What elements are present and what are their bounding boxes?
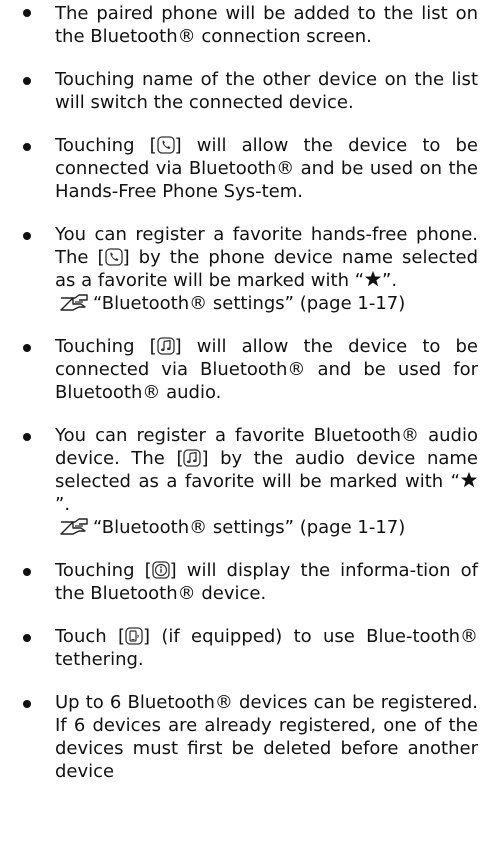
list-item: Touching [] will allow the device to be … <box>10 134 478 203</box>
item-text: The paired phone will be added to the li… <box>55 3 478 47</box>
list-item: You can register a favorite Bluetooth® a… <box>10 424 478 539</box>
star-icon <box>364 270 382 287</box>
phone-icon <box>104 248 123 266</box>
reference-hand-icon <box>60 518 88 535</box>
item-text-post2: ”. <box>55 494 71 515</box>
list-item: Up to 6 Bluetooth® devices can be regist… <box>10 691 478 783</box>
instruction-list: The paired phone will be added to the li… <box>10 0 478 783</box>
bullet-dot <box>23 9 31 17</box>
page-reference: “Bluetooth® settings” (page 1-17) <box>55 516 478 539</box>
list-item: The paired phone will be added to the li… <box>10 0 478 48</box>
item-text: Touching name of the other device on the… <box>55 69 478 113</box>
reference-text: “Bluetooth® settings” (page 1-17) <box>93 293 406 314</box>
manual-page: The paired phone will be added to the li… <box>0 0 492 860</box>
list-item: You can register a favorite hands-free p… <box>10 223 478 315</box>
music-icon <box>183 449 202 467</box>
star-icon <box>460 471 478 488</box>
item-text-pre: Touching [ <box>55 336 157 357</box>
reference-text: “Bluetooth® settings” (page 1-17) <box>93 517 406 538</box>
item-text-pre: Touching [ <box>55 135 157 156</box>
bullet-dot <box>23 568 31 576</box>
reference-hand-icon <box>60 294 88 311</box>
list-item: Touching [] will allow the device to be … <box>10 335 478 404</box>
bullet-dot <box>23 433 31 441</box>
item-text: Up to 6 Bluetooth® devices can be regist… <box>55 692 478 782</box>
bullet-dot <box>23 634 31 642</box>
bullet-dot <box>23 344 31 352</box>
bullet-dot <box>23 700 31 708</box>
list-item: Touching [] will display the informa-tio… <box>10 559 478 605</box>
info-icon <box>151 561 170 579</box>
list-item: Touch [] (if equipped) to use Blue-tooth… <box>10 625 478 671</box>
bullet-dot <box>23 77 31 85</box>
item-text-pre: Touching [ <box>55 560 152 581</box>
page-reference: “Bluetooth® settings” (page 1-17) <box>55 292 478 315</box>
list-item: Touching name of the other device on the… <box>10 68 478 114</box>
item-text-post2: ”. <box>382 270 398 291</box>
item-text-pre: Touch [ <box>55 626 125 647</box>
phone-icon <box>156 136 175 154</box>
bullet-dot <box>23 232 31 240</box>
bullet-dot <box>23 143 31 151</box>
music-icon <box>156 337 175 355</box>
tethering-icon <box>125 627 143 645</box>
